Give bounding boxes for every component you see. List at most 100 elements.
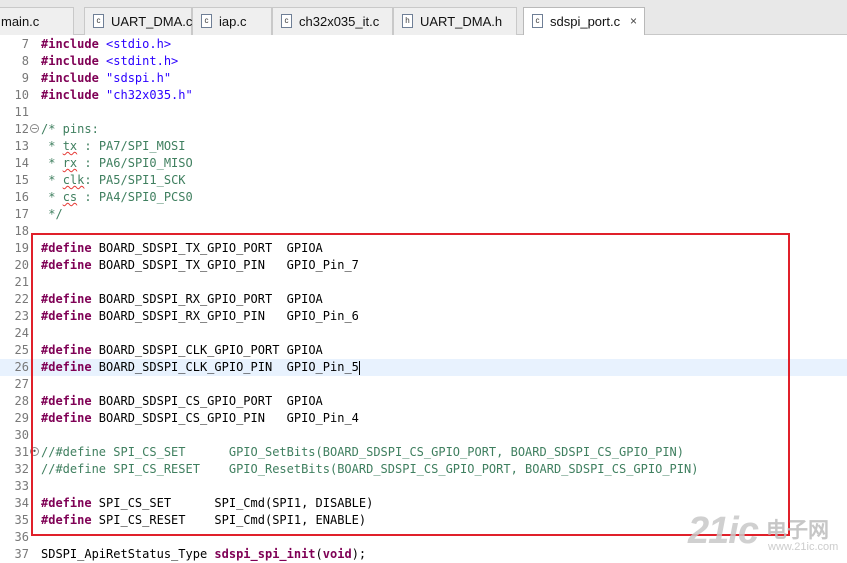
code-line[interactable]: 21 (0, 274, 847, 291)
code-line[interactable]: 9 #include "sdspi.h" (0, 70, 847, 87)
code-token: SDSPI_ApiRetStatus_Type (41, 547, 215, 561)
code-token: BOARD_SDSPI_CS_GPIO_PORT GPIOA (91, 394, 323, 408)
code-line[interactable]: 20 #define BOARD_SDSPI_TX_GPIO_PIN GPIO_P… (0, 257, 847, 274)
code-line[interactable]: 31 •//#define SPI_CS_SET GPIO_SetBits(BOA… (0, 444, 847, 461)
code-line[interactable]: 12−/* pins: (0, 121, 847, 138)
line-number: 36 (14, 530, 29, 544)
code-token: #include (41, 88, 99, 102)
code-text: #define BOARD_SDSPI_CS_GPIO_PIN GPIO_Pin… (41, 410, 359, 427)
code-line[interactable]: 17 */ (0, 206, 847, 223)
code-text: //#define SPI_CS_RESET GPIO_ResetBits(BO… (41, 461, 698, 478)
code-text: #define BOARD_SDSPI_CLK_GPIO_PORT GPIOA (41, 342, 323, 359)
line-number: 20 (14, 258, 29, 272)
code-line[interactable]: 10 #include "ch32x035.h" (0, 87, 847, 104)
code-line[interactable]: 18 (0, 223, 847, 240)
code-token: BOARD_SDSPI_CS_GPIO_PIN GPIO_Pin_4 (91, 411, 359, 425)
code-token: BOARD_SDSPI_RX_GPIO_PORT GPIOA (91, 292, 323, 306)
line-number: 16 (14, 190, 29, 204)
code-token: "sdspi.h" (106, 71, 172, 85)
line-number: 26 (14, 360, 29, 374)
code-token: void (322, 547, 352, 561)
c-file-icon: c (281, 14, 292, 28)
code-line[interactable]: 22 #define BOARD_SDSPI_RX_GPIO_PORT GPIOA (0, 291, 847, 308)
code-token: #include (41, 37, 99, 51)
code-line[interactable]: 15 * clk: PA5/SPI1_SCK (0, 172, 847, 189)
line-number: 22 (14, 292, 29, 306)
code-text: #define BOARD_SDSPI_TX_GPIO_PORT GPIOA (41, 240, 323, 257)
line-number: 32 (14, 462, 29, 476)
code-token: sdspi_spi_init (214, 547, 316, 561)
c-file-icon: c (93, 14, 104, 28)
code-text: #define SPI_CS_RESET SPI_Cmd(SPI1, ENABL… (41, 512, 366, 529)
tab-ch32x035-it-c[interactable]: c ch32x035_it.c (272, 7, 393, 35)
code-line[interactable]: 24 (0, 325, 847, 342)
code-line[interactable]: 13 * tx : PA7/SPI_MOSI (0, 138, 847, 155)
line-number: 31 (14, 445, 29, 459)
c-file-icon: c (532, 14, 543, 28)
code-token: #define (41, 496, 92, 510)
code-token: */ (41, 207, 63, 221)
code-editor[interactable]: 7 #include <stdio.h> 8 #include <stdint.h> 9… (0, 35, 847, 561)
code-token: : PA6/SPI0_MISO (77, 156, 193, 170)
fold-toggle-icon[interactable]: − (30, 124, 39, 133)
code-text: #define BOARD_SDSPI_TX_GPIO_PIN GPIO_Pin… (41, 257, 359, 274)
code-text: #define BOARD_SDSPI_CLK_GPIO_PIN GPIO_Pi… (41, 359, 360, 376)
code-line[interactable]: 32 //#define SPI_CS_RESET GPIO_ResetBits(… (0, 461, 847, 478)
tab-iap-c[interactable]: c iap.c (192, 7, 272, 35)
code-line[interactable]: 26 #define BOARD_SDSPI_CLK_GPIO_PIN GPIO_… (0, 359, 847, 376)
code-line[interactable]: 33 (0, 478, 847, 495)
watermark-logo: 21ic 电子网 www.21ic.com (688, 510, 843, 558)
code-line[interactable]: 7 #include <stdio.h> (0, 36, 847, 53)
code-text: */ (41, 206, 63, 223)
tab-uart-dma-c[interactable]: c UART_DMA.c (84, 7, 192, 35)
code-token: * (41, 173, 63, 187)
code-token: #define (41, 343, 92, 357)
code-token: BOARD_SDSPI_TX_GPIO_PIN GPIO_Pin_7 (91, 258, 359, 272)
line-number: 34 (14, 496, 29, 510)
code-line[interactable]: 23 #define BOARD_SDSPI_RX_GPIO_PIN GPIO_P… (0, 308, 847, 325)
line-number: 24 (14, 326, 29, 340)
code-token: : PA5/SPI1_SCK (84, 173, 186, 187)
code-text: #define BOARD_SDSPI_RX_GPIO_PIN GPIO_Pin… (41, 308, 359, 325)
code-line[interactable]: 28 #define BOARD_SDSPI_CS_GPIO_PORT GPIOA (0, 393, 847, 410)
code-line[interactable]: 8 #include <stdint.h> (0, 53, 847, 70)
code-token: ( (315, 547, 323, 561)
code-line[interactable]: 14 * rx : PA6/SPI0_MISO (0, 155, 847, 172)
code-line[interactable]: 11 (0, 104, 847, 121)
code-line[interactable]: 27 (0, 376, 847, 393)
code-text: * cs : PA4/SPI0_PCS0 (41, 189, 193, 206)
code-token: * (41, 156, 63, 170)
code-text: #define BOARD_SDSPI_CS_GPIO_PORT GPIOA (41, 393, 323, 410)
line-number: 8 (21, 54, 29, 68)
line-number: 14 (14, 156, 29, 170)
line-number: 11 (14, 105, 29, 119)
line-number: 30 (14, 428, 29, 442)
code-line[interactable]: 30 (0, 427, 847, 444)
line-number: 18 (14, 224, 29, 238)
code-token: #define (41, 258, 92, 272)
line-number: 7 (21, 37, 29, 51)
code-token: * (41, 139, 63, 153)
code-line[interactable]: 16 * cs : PA4/SPI0_PCS0 (0, 189, 847, 206)
tab-label: iap.c (219, 14, 247, 29)
code-token: #define (41, 309, 92, 323)
line-number: 35 (14, 513, 29, 527)
tab-sdspi-port-c[interactable]: c sdspi_port.c × (523, 7, 645, 36)
code-text: * rx : PA6/SPI0_MISO (41, 155, 193, 172)
editor-tab-bar: main.c c UART_DMA.c c iap.c c ch32x035_it.c h UA… (0, 0, 847, 36)
line-number: 12 (14, 122, 29, 136)
code-text: //#define SPI_CS_SET GPIO_SetBits(BOARD_… (41, 444, 684, 461)
code-token: #define (41, 411, 92, 425)
code-token: #define (41, 394, 92, 408)
code-line[interactable]: 29 #define BOARD_SDSPI_CS_GPIO_PIN GPIO_P… (0, 410, 847, 427)
close-icon[interactable]: × (630, 8, 637, 35)
line-number: 15 (14, 173, 29, 187)
code-line[interactable]: 25 #define BOARD_SDSPI_CLK_GPIO_PORT GPIO… (0, 342, 847, 359)
fold-toggle-icon[interactable]: • (30, 447, 39, 456)
code-line[interactable]: 19 #define BOARD_SDSPI_TX_GPIO_PORT GPIOA (0, 240, 847, 257)
line-number: 13 (14, 139, 29, 153)
tab-main-c[interactable]: main.c (0, 7, 74, 35)
tab-uart-dma-h[interactable]: h UART_DMA.h (393, 7, 517, 35)
